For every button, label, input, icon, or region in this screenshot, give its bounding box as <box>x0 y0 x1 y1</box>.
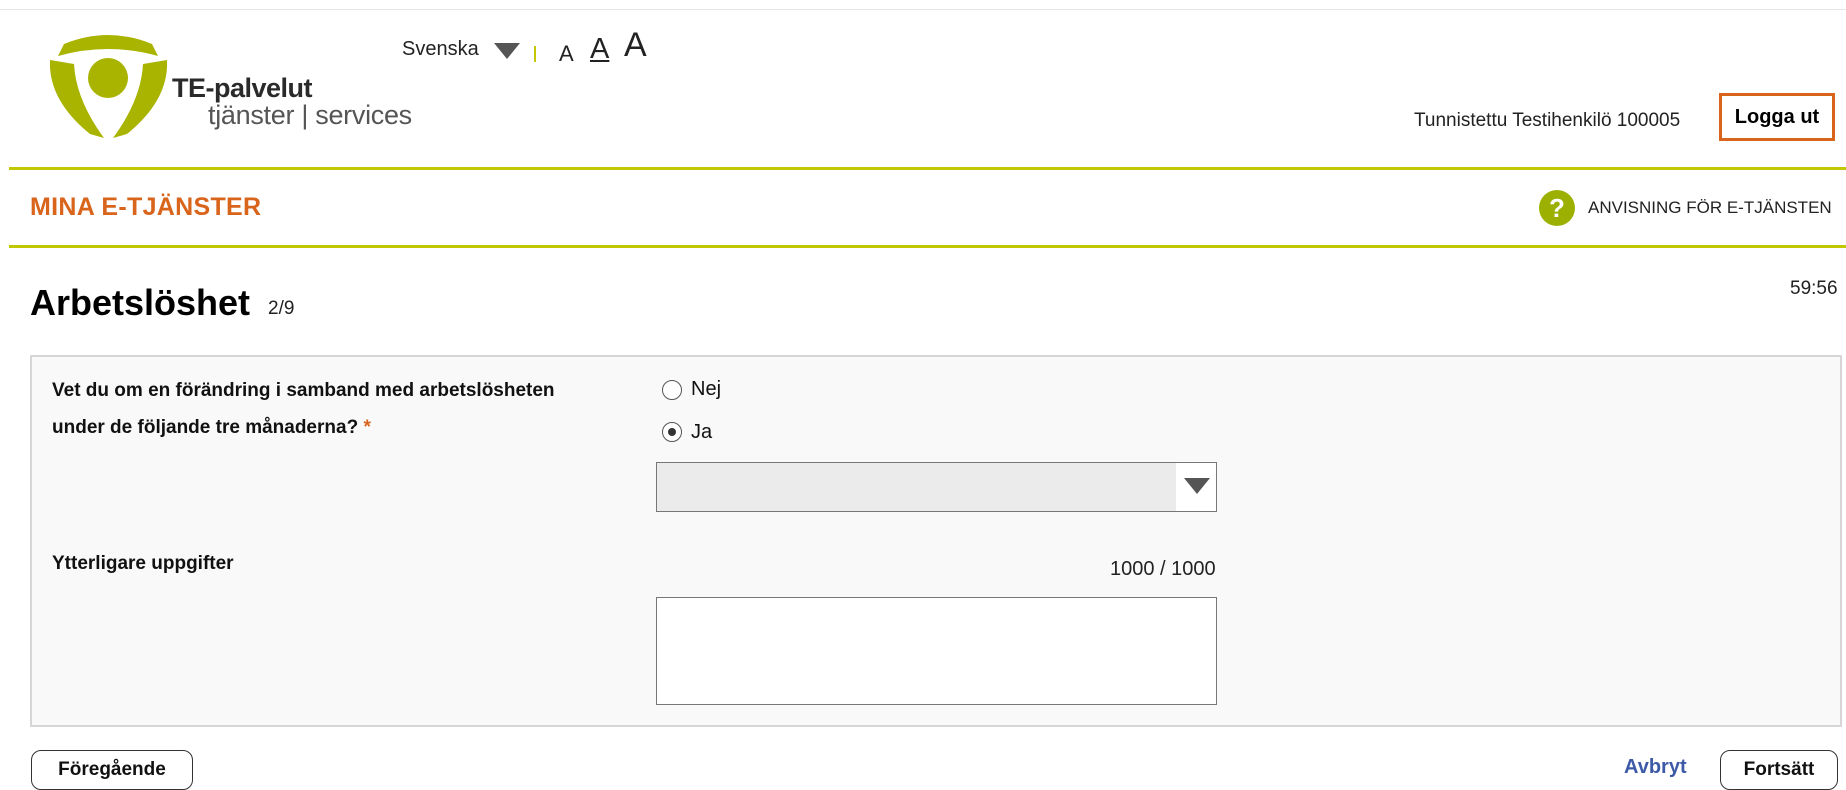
extra-info-label: Ytterligare uppgifter <box>52 553 234 574</box>
service-bar-divider <box>9 245 1846 248</box>
top-divider <box>0 9 1846 10</box>
select-toggle[interactable] <box>1176 463 1216 511</box>
step-indicator: 2/9 <box>268 298 295 319</box>
header-divider <box>9 167 1846 170</box>
separator <box>534 46 536 62</box>
previous-button[interactable]: Föregående <box>31 750 193 790</box>
radio-ja-label[interactable]: Ja <box>691 421 712 444</box>
radio-selected-dot <box>667 427 676 436</box>
text-size-large-button[interactable]: A <box>624 26 647 65</box>
required-marker: * <box>363 417 371 438</box>
help-link[interactable]: ANVISNING FÖR E-TJÄNSTEN <box>1588 198 1832 218</box>
cancel-link[interactable]: Avbryt <box>1624 756 1687 779</box>
chevron-down-icon[interactable] <box>494 43 520 59</box>
question-text: Vet du om en förändring i samband med ar… <box>52 380 555 438</box>
authenticated-user-name: Tunnistettu Testihenkilö 100005 <box>1414 110 1681 131</box>
radio-nej-label[interactable]: Nej <box>691 378 721 401</box>
text-size-medium-button[interactable]: A <box>590 33 609 66</box>
extra-info-textarea[interactable] <box>656 597 1217 705</box>
language-selector[interactable]: Svenska <box>402 38 479 61</box>
text-size-small-button[interactable]: A <box>559 41 574 67</box>
question-label: Vet du om en förändring i samband med ar… <box>52 372 612 446</box>
radio-nej[interactable] <box>662 380 682 400</box>
radio-ja[interactable] <box>662 422 682 442</box>
page-title: Arbetslöshet <box>30 282 251 323</box>
logout-button[interactable]: Logga ut <box>1719 93 1835 141</box>
continue-button[interactable]: Fortsätt <box>1720 750 1838 790</box>
character-counter: 1000 / 1000 <box>1110 558 1216 580</box>
chevron-down-icon <box>1184 478 1210 494</box>
logo-tagline: tjänster | services <box>208 100 412 130</box>
help-icon[interactable]: ? <box>1539 190 1575 226</box>
session-timer: 59:56 <box>1790 278 1838 299</box>
change-type-select[interactable] <box>656 462 1217 512</box>
service-title[interactable]: MINA E-TJÄNSTER <box>30 193 261 222</box>
te-palvelut-logo-icon[interactable] <box>46 30 171 142</box>
